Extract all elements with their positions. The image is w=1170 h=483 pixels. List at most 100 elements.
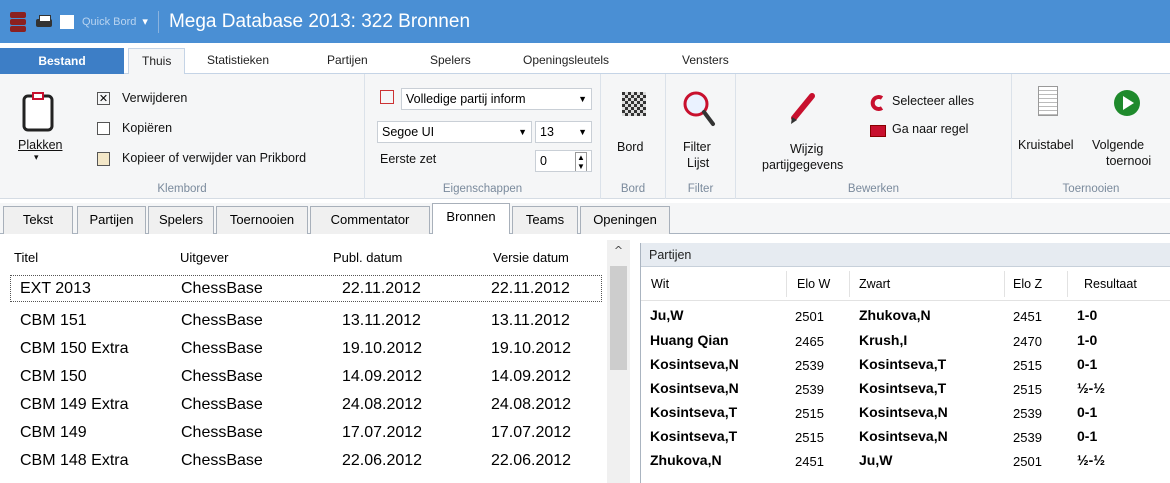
- tab-commentator[interactable]: Commentator: [310, 206, 430, 234]
- table-row[interactable]: Zhukova,N 2451 Ju,W 2501 ½-½: [641, 449, 1170, 473]
- table-row[interactable]: CBM 149 ChessBase 17.07.2012 17.07.2012: [10, 420, 602, 447]
- customize-toolbar-dropdown[interactable]: ▾: [142, 15, 148, 28]
- cell-elo-black: 2501: [1013, 454, 1042, 469]
- column-header-version-date[interactable]: Versie datum: [493, 250, 569, 265]
- column-header-white[interactable]: Wit: [651, 277, 669, 291]
- tab-opening-keys[interactable]: Openingsleutels: [523, 48, 609, 75]
- scroll-up-icon[interactable]: ^: [607, 244, 630, 257]
- chessboard-icon: [622, 92, 646, 116]
- column-header-black[interactable]: Zwart: [859, 277, 890, 291]
- cell-version-date: 17.07.2012: [491, 424, 572, 441]
- games-panel: Partijen Wit Elo W Zwart Elo Z Resultaat…: [640, 243, 1170, 483]
- cell-publisher: ChessBase: [181, 368, 263, 385]
- column-divider[interactable]: [849, 271, 850, 297]
- table-row[interactable]: Kosintseva,T 2515 Kosintseva,N 2539 0-1: [641, 425, 1170, 449]
- cell-version-date: 24.08.2012: [491, 396, 572, 413]
- cell-publisher: ChessBase: [181, 312, 263, 329]
- tab-games[interactable]: Partijen: [327, 48, 368, 75]
- info-combo[interactable]: Volledige partij inform ▼: [401, 88, 592, 110]
- first-move-value: 0: [540, 154, 547, 168]
- table-row[interactable]: Kosintseva,N 2539 Kosintseva,T 2515 0-1: [641, 353, 1170, 377]
- spinner-arrows-icon[interactable]: ▲ ▼: [575, 152, 587, 171]
- cell-white: Zhukova,N: [650, 452, 722, 468]
- tab-tournaments[interactable]: Toernooien: [216, 206, 308, 234]
- board-group-label: Bord: [620, 183, 646, 195]
- column-header-result[interactable]: Resultaat: [1084, 277, 1137, 291]
- copy-or-delete-label: Kopieer of verwijder van Prikbord: [122, 151, 307, 165]
- select-all-button[interactable]: Selecteer alles: [870, 94, 1010, 114]
- cell-version-date: 14.09.2012: [491, 368, 572, 385]
- games-panel-title: Partijen: [641, 243, 1170, 267]
- column-header-elo-white[interactable]: Elo W: [797, 277, 830, 291]
- edit-game-data-button[interactable]: Wijzig partijgegevens: [736, 84, 866, 174]
- vertical-scrollbar[interactable]: ^: [607, 240, 630, 483]
- paste-label: Plakken: [18, 138, 63, 152]
- print-icon[interactable]: [36, 14, 52, 30]
- table-row[interactable]: Ju,W 2501 Zhukova,N 2451 1-0: [641, 304, 1170, 328]
- tab-file[interactable]: Bestand: [0, 48, 124, 74]
- cell-title: CBM 149: [20, 424, 87, 441]
- cell-title: CBM 150 Extra: [20, 340, 129, 357]
- edit-group-label: Bewerken: [847, 183, 900, 195]
- table-row[interactable]: CBM 148 Extra ChessBase 22.06.2012 22.06…: [10, 448, 602, 475]
- column-divider[interactable]: [1067, 271, 1068, 297]
- table-row[interactable]: CBM 150 Extra ChessBase 19.10.2012 19.10…: [10, 336, 602, 363]
- tab-statistics[interactable]: Statistieken: [207, 48, 269, 75]
- table-row[interactable]: Kosintseva,N 2539 Kosintseva,T 2515 ½-½: [641, 377, 1170, 401]
- column-header-title[interactable]: Titel: [14, 250, 38, 265]
- tab-games-list[interactable]: Partijen: [77, 206, 146, 234]
- cell-elo-black: 2470: [1013, 334, 1042, 349]
- crosstable-button[interactable]: Kruistabel: [1014, 84, 1084, 174]
- column-header-publisher[interactable]: Uitgever: [180, 250, 228, 265]
- tab-openings[interactable]: Openingen: [580, 206, 670, 234]
- sources-table: Titel Uitgever Publ. datum Versie datum …: [0, 240, 630, 483]
- goto-line-button[interactable]: Ga naar regel: [870, 122, 1010, 142]
- cell-title: CBM 149 Extra: [20, 396, 129, 413]
- tab-windows[interactable]: Vensters: [682, 48, 729, 75]
- tab-teams[interactable]: Teams: [512, 206, 578, 234]
- table-row[interactable]: Huang Qian 2465 Krush,I 2470 1-0: [641, 329, 1170, 353]
- tab-sources[interactable]: Bronnen: [432, 203, 510, 234]
- tab-players[interactable]: Spelers: [430, 48, 471, 75]
- first-move-spinner[interactable]: 0 ▲ ▼: [535, 150, 592, 172]
- tab-players-list[interactable]: Spelers: [148, 206, 214, 234]
- column-header-pub-date[interactable]: Publ. datum: [333, 250, 402, 265]
- cell-elo-black: 2515: [1013, 358, 1042, 373]
- chevron-down-icon: ▼: [578, 94, 587, 104]
- cell-title: EXT 2013: [20, 280, 91, 297]
- cell-black: Zhukova,N: [859, 307, 931, 323]
- table-row[interactable]: Kosintseva,T 2515 Kosintseva,N 2539 0-1: [641, 401, 1170, 425]
- cell-black: Kosintseva,N: [859, 404, 948, 420]
- font-size-combo[interactable]: 13 ▼: [535, 121, 592, 143]
- font-combo[interactable]: Segoe UI ▼: [377, 121, 532, 143]
- copy-or-delete-button[interactable]: Kopieer of verwijder van Prikbord: [97, 150, 357, 170]
- copy-button[interactable]: Kopiëren: [97, 120, 237, 140]
- column-header-elo-black[interactable]: Elo Z: [1013, 277, 1042, 291]
- cell-pub-date: 22.06.2012: [342, 452, 423, 469]
- table-row[interactable]: CBM 151 ChessBase 13.11.2012 13.11.2012: [10, 308, 602, 335]
- cell-publisher: ChessBase: [181, 340, 263, 357]
- column-divider[interactable]: [1004, 271, 1005, 297]
- board-button[interactable]: Bord: [601, 84, 666, 164]
- paste-button[interactable]: Plakken ▾: [18, 90, 74, 170]
- delete-button[interactable]: ✕ Verwijderen: [97, 90, 237, 110]
- table-row[interactable]: CBM 150 ChessBase 14.09.2012 14.09.2012: [10, 364, 602, 391]
- cell-publisher: ChessBase: [181, 396, 263, 413]
- group-edit: Wijzig partijgegevens Selecteer alles Ga…: [736, 74, 1012, 199]
- info-combo-value: Volledige partij inform: [406, 92, 526, 106]
- column-divider[interactable]: [786, 271, 787, 297]
- next-tournament-button[interactable]: Volgende toernooi: [1092, 84, 1168, 174]
- table-row[interactable]: EXT 2013 ChessBase 22.11.2012 22.11.2012: [10, 275, 602, 302]
- copy-icon: [97, 122, 110, 135]
- cell-elo-white: 2515: [795, 406, 824, 421]
- filter-list-button[interactable]: Filter Lijst: [666, 84, 736, 174]
- scroll-thumb[interactable]: [610, 266, 627, 370]
- cell-white: Huang Qian: [650, 332, 729, 348]
- table-row[interactable]: CBM 149 Extra ChessBase 24.08.2012 24.08…: [10, 392, 602, 419]
- tab-home[interactable]: Thuis: [128, 48, 186, 75]
- paste-dropdown-arrow[interactable]: ▾: [34, 152, 39, 163]
- quick-board-checkbox[interactable]: [60, 14, 74, 29]
- cell-elo-white: 2465: [795, 334, 824, 349]
- tab-text[interactable]: Tekst: [3, 206, 73, 234]
- database-icon[interactable]: [8, 11, 28, 33]
